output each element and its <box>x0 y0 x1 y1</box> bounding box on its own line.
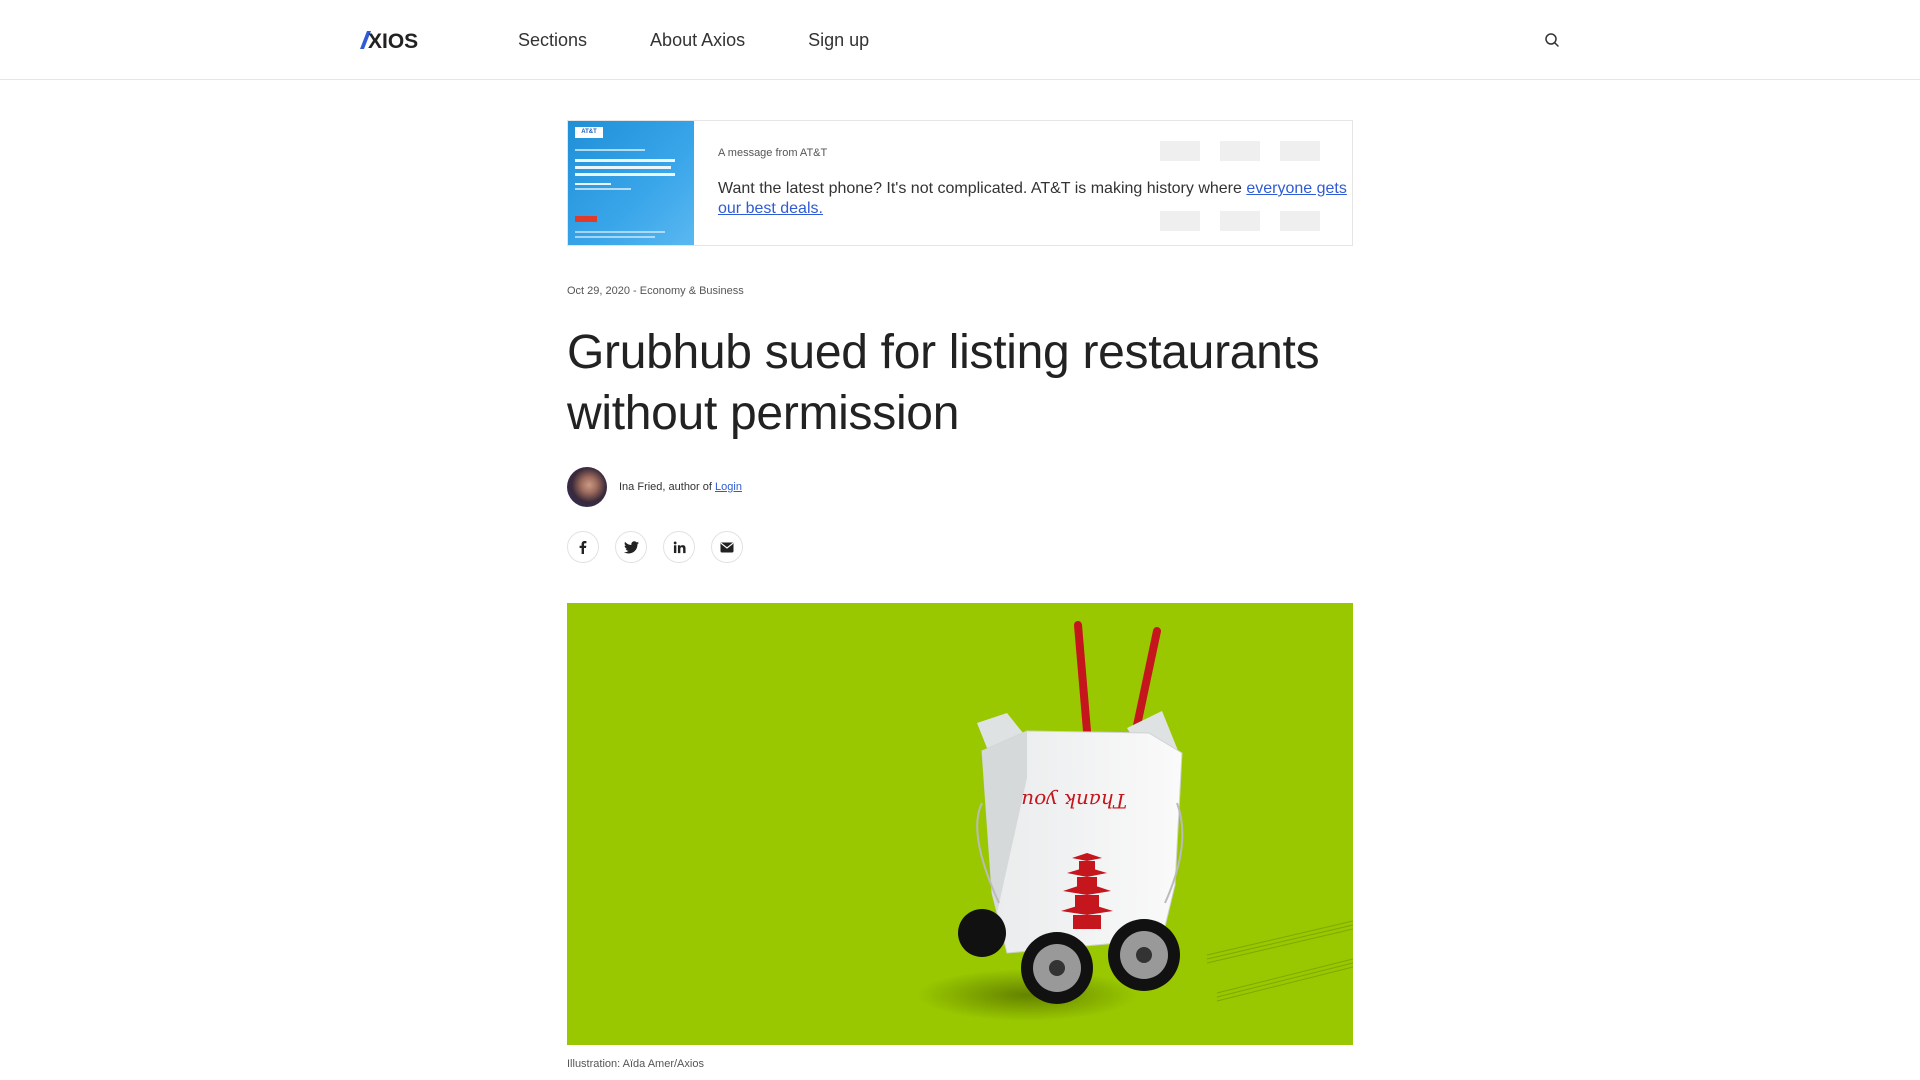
search-icon[interactable] <box>1542 30 1562 50</box>
byline-text: Ina Fried, author of Login <box>619 481 742 493</box>
ad-image[interactable]: AT&T <box>568 121 694 245</box>
ad-image-line <box>575 159 675 162</box>
svg-text:XIOS: XIOS <box>368 30 418 53</box>
axios-logo-mark: XIOS <box>360 30 418 53</box>
ad-image-line <box>575 149 645 151</box>
hero-image: Thank you <box>567 603 1353 1045</box>
ad-image-line <box>575 188 631 190</box>
article-category[interactable]: Economy & Business <box>640 285 744 297</box>
chopstick-left <box>1074 621 1091 735</box>
linkedin-icon[interactable] <box>663 531 695 563</box>
tire-tracks <box>1206 920 1353 1002</box>
main-nav: Sections About Axios Sign up <box>518 28 932 52</box>
att-logo: AT&T <box>575 127 603 138</box>
site-header: XIOS Sections About Axios Sign up <box>0 0 1920 80</box>
email-icon[interactable] <box>711 531 743 563</box>
author-name: Ina Fried, author of <box>619 481 712 493</box>
ad-image-line <box>575 231 665 233</box>
ad-image-line <box>575 173 675 176</box>
takeout-box-illustration: Thank you <box>917 621 1353 1021</box>
image-caption: Illustration: Aïda Amer/Axios <box>567 1058 704 1070</box>
axios-logo[interactable]: XIOS <box>360 27 440 53</box>
share-bar <box>567 531 759 563</box>
twitter-icon[interactable] <box>615 531 647 563</box>
article-date: Oct 29, 2020 <box>567 285 630 297</box>
author-newsletter-link[interactable]: Login <box>715 481 742 493</box>
nav-sign-up[interactable]: Sign up <box>808 28 869 52</box>
ad-image-line <box>575 183 611 185</box>
sponsored-ad[interactable]: AT&T A message from AT&T Want the latest… <box>567 120 1353 246</box>
meta-separator: - <box>630 285 640 297</box>
avatar[interactable] <box>567 467 607 507</box>
page-title: Grubhub sued for listing restaurants wit… <box>567 326 1320 440</box>
nav-sections[interactable]: Sections <box>518 28 587 52</box>
ad-image-line <box>575 236 655 238</box>
article-meta: Oct 29, 2020 - Economy & Business <box>567 285 744 297</box>
byline: Ina Fried, author of Login <box>567 467 742 507</box>
ad-learn-more-button <box>575 216 597 222</box>
ad-image-line <box>575 166 671 169</box>
ad-watermark <box>1160 141 1320 231</box>
ad-content: A message from AT&T Want the latest phon… <box>694 121 1352 245</box>
box-thank-you-text: Thank you <box>1021 789 1127 813</box>
nav-about-axios[interactable]: About Axios <box>650 28 745 52</box>
facebook-icon[interactable] <box>567 531 599 563</box>
